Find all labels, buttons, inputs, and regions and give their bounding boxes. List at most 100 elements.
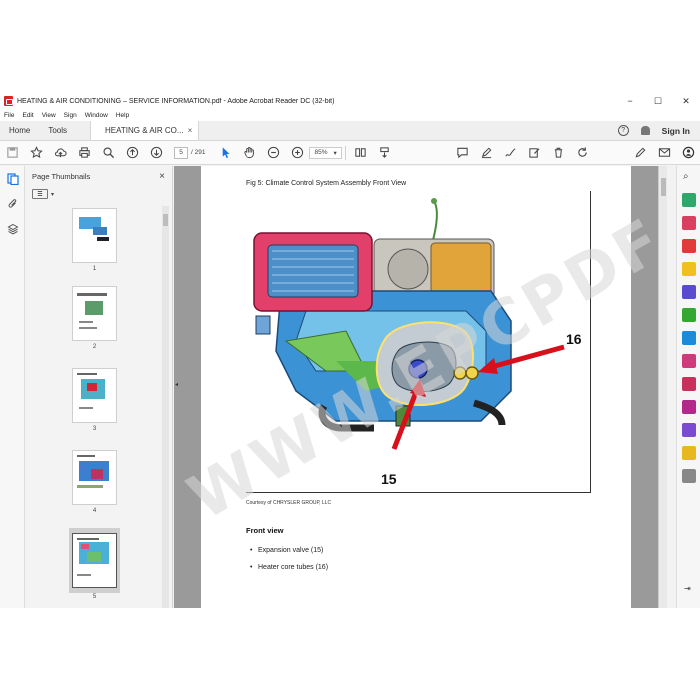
menu-edit[interactable]: Edit bbox=[22, 112, 33, 119]
right-tools-rail: ⌕ ⇥ bbox=[676, 166, 700, 608]
notifications-bell-icon[interactable] bbox=[640, 126, 650, 135]
highlight-pen-icon[interactable] bbox=[474, 142, 498, 164]
create-pdf-icon[interactable] bbox=[682, 239, 696, 253]
hand-tool-icon[interactable] bbox=[237, 142, 261, 164]
zoom-out-icon[interactable] bbox=[261, 142, 285, 164]
acrobat-app-icon bbox=[4, 96, 13, 106]
thumbnails-scrollbar[interactable] bbox=[162, 206, 169, 608]
next-page-icon[interactable] bbox=[144, 142, 168, 164]
combine-files-icon[interactable] bbox=[682, 285, 696, 299]
menu-file[interactable]: File bbox=[4, 112, 14, 119]
sign-in-button[interactable]: Sign In bbox=[662, 126, 690, 136]
bookmark-star-icon[interactable] bbox=[24, 142, 48, 164]
save-icon[interactable] bbox=[0, 142, 24, 164]
print-icon[interactable] bbox=[72, 142, 96, 164]
protect-icon[interactable] bbox=[682, 377, 696, 391]
delete-trash-icon[interactable] bbox=[546, 142, 570, 164]
minimize-button[interactable]: − bbox=[616, 93, 644, 109]
thumbnail-options-menu-icon[interactable]: ☰ bbox=[32, 189, 48, 199]
collapse-panel-arrow-icon[interactable]: ◂ bbox=[175, 381, 180, 391]
tab-tools[interactable]: Tools bbox=[39, 121, 76, 140]
tab-document[interactable]: HEATING & AIR CO... × bbox=[90, 121, 200, 140]
edit-pdf-icon[interactable] bbox=[682, 216, 696, 230]
figure-caption: Fig 5: Climate Control System Assembly F… bbox=[246, 180, 407, 187]
menu-window[interactable]: Window bbox=[85, 112, 108, 119]
find-search-icon[interactable] bbox=[96, 142, 120, 164]
maximize-button[interactable]: ☐ bbox=[644, 93, 672, 109]
send-track-icon[interactable] bbox=[682, 446, 696, 460]
organize-pages-icon[interactable] bbox=[682, 308, 696, 322]
thumbnail-label-3: 3 bbox=[92, 426, 97, 432]
thumbnails-header: Page Thumbnails × bbox=[25, 166, 172, 186]
thumbnail-page-1[interactable] bbox=[72, 208, 117, 263]
zoom-in-icon[interactable] bbox=[285, 142, 309, 164]
thumbnails-scroll-thumb[interactable] bbox=[163, 214, 168, 226]
document-tab-label: HEATING & AIR CO... bbox=[105, 126, 184, 135]
send-for-signature-icon[interactable] bbox=[682, 423, 696, 437]
thumbnail-page-2[interactable] bbox=[72, 286, 117, 341]
fill-sign-icon[interactable] bbox=[628, 142, 652, 164]
document-scroll-thumb[interactable] bbox=[661, 178, 666, 196]
comment-icon[interactable] bbox=[450, 142, 474, 164]
thumbnail-label-5: 5 bbox=[92, 594, 97, 600]
toolbar-divider bbox=[344, 145, 346, 160]
section-heading: Front view bbox=[246, 526, 284, 535]
climate-control-assembly-illustration bbox=[253, 198, 565, 450]
comment-tool-icon[interactable] bbox=[682, 262, 696, 276]
menu-sign[interactable]: Sign bbox=[64, 112, 77, 119]
thumbnails-panel: Page Thumbnails × ☰ ▾ 1 2 3 4 5 bbox=[25, 166, 173, 608]
callout-15-label: 15 bbox=[381, 471, 397, 487]
attachments-paperclip-icon[interactable] bbox=[0, 191, 25, 216]
fill-and-sign-tool-icon[interactable] bbox=[682, 354, 696, 368]
thumbnail-label-1: 1 bbox=[92, 266, 97, 272]
window-title: HEATING & AIR CONDITIONING – SERVICE INF… bbox=[17, 97, 335, 105]
pdf-page: Fig 5: Climate Control System Assembly F… bbox=[201, 166, 631, 608]
close-panel-icon[interactable]: × bbox=[159, 171, 165, 182]
main-toolbar: 5 / 291 85% ▾ bbox=[0, 141, 700, 165]
menu-bar: File Edit View Sign Window Help bbox=[0, 109, 700, 121]
scan-ocr-icon[interactable] bbox=[682, 331, 696, 345]
export-pdf-icon[interactable] bbox=[682, 193, 696, 207]
zoom-value: 85% bbox=[314, 149, 328, 156]
previous-page-icon[interactable] bbox=[120, 142, 144, 164]
bullet-item: Heater core tubes (16) bbox=[250, 564, 328, 571]
options-caret-icon[interactable]: ▾ bbox=[51, 191, 54, 198]
document-scrollbar[interactable] bbox=[658, 166, 667, 608]
thumbnail-label-4: 4 bbox=[92, 508, 97, 514]
page-display-icon[interactable] bbox=[349, 142, 373, 164]
thumbnail-label-2: 2 bbox=[92, 344, 97, 350]
layers-icon[interactable] bbox=[0, 216, 25, 241]
expand-panel-icon[interactable]: ⇥ bbox=[684, 584, 691, 593]
thumbnail-page-3[interactable] bbox=[72, 368, 117, 423]
zoom-level-dropdown[interactable]: 85% ▾ bbox=[309, 146, 342, 159]
menu-help[interactable]: Help bbox=[116, 112, 129, 119]
thumbnail-options-row: ☰ ▾ bbox=[25, 186, 172, 202]
upload-cloud-icon[interactable] bbox=[48, 142, 72, 164]
document-viewer[interactable]: ◂ Fig 5: Climate Control System Assembly… bbox=[174, 166, 658, 608]
total-pages-label: / 291 bbox=[191, 149, 206, 156]
close-tab-icon[interactable]: × bbox=[188, 126, 193, 135]
search-tools-icon[interactable]: ⌕ bbox=[683, 171, 689, 182]
thumbnail-page-4[interactable] bbox=[72, 450, 117, 505]
select-cursor-icon[interactable] bbox=[213, 142, 237, 164]
current-page-input[interactable]: 5 bbox=[174, 146, 188, 159]
share-user-icon[interactable] bbox=[676, 142, 700, 164]
thumbnail-page-5[interactable] bbox=[72, 533, 117, 588]
menu-view[interactable]: View bbox=[42, 112, 56, 119]
title-bar: HEATING & AIR CONDITIONING – SERVICE INF… bbox=[0, 93, 700, 109]
left-navigation-rail bbox=[0, 166, 25, 608]
help-icon[interactable]: ? bbox=[617, 125, 629, 136]
bullet-item: Expansion valve (15) bbox=[250, 547, 323, 554]
rotate-icon[interactable] bbox=[570, 142, 594, 164]
prepare-form-icon[interactable] bbox=[682, 400, 696, 414]
draw-freehand-icon[interactable] bbox=[498, 142, 522, 164]
more-tools-icon[interactable] bbox=[682, 469, 696, 483]
figure-frame: 16 15 bbox=[246, 191, 591, 493]
page-thumbnails-icon[interactable] bbox=[0, 166, 25, 191]
scroll-mode-icon[interactable] bbox=[373, 142, 397, 164]
stamp-edit-icon[interactable] bbox=[522, 142, 546, 164]
tab-home[interactable]: Home bbox=[0, 121, 39, 140]
email-icon[interactable] bbox=[652, 142, 676, 164]
thumbnails-title: Page Thumbnails bbox=[32, 171, 91, 181]
close-window-button[interactable]: ✕ bbox=[672, 93, 700, 109]
